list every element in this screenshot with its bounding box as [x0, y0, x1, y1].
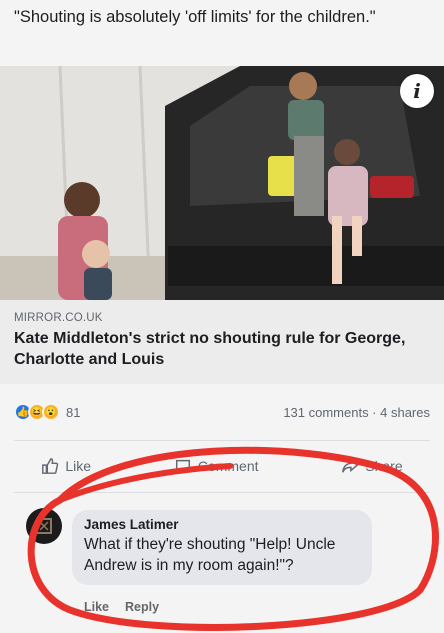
like-button[interactable]: Like: [41, 457, 91, 475]
avatar-emblem-icon: [36, 518, 52, 534]
comment-label: Comment: [197, 458, 259, 474]
comment-actions: Like Reply: [84, 600, 159, 614]
divider: [14, 440, 430, 441]
photo-illustration: [0, 66, 444, 300]
thumbs-up-icon: [42, 458, 59, 474]
link-meta[interactable]: MIRROR.CO.UK Kate Middleton's strict no …: [0, 300, 444, 384]
comment-bubble: James Latimer What if they're shouting "…: [72, 510, 372, 585]
divider: [14, 492, 430, 493]
post-text: "Shouting is absolutely 'off limits' for…: [14, 8, 376, 26]
comment-text: What if they're shouting "Help! Uncle An…: [84, 536, 336, 574]
post-stats: 👍 😆 😮 81 131 comments · 4 shares: [0, 395, 444, 429]
link-headline[interactable]: Kate Middleton's strict no shouting rule…: [14, 328, 430, 370]
comment-icon: [175, 459, 190, 474]
article-photo[interactable]: i: [0, 66, 444, 300]
comment-author[interactable]: James Latimer: [84, 517, 360, 532]
post-actions: Like Comment Share: [0, 446, 444, 486]
link-source: MIRROR.CO.UK: [14, 312, 103, 324]
wow-reaction-icon: 😮: [42, 403, 60, 421]
share-label: Share: [365, 458, 403, 474]
reactions-summary[interactable]: 👍 😆 😮 81: [14, 403, 80, 421]
avatar[interactable]: [26, 508, 62, 544]
like-label: Like: [65, 458, 92, 474]
info-icon[interactable]: i: [400, 74, 434, 108]
share-icon: [342, 458, 359, 473]
reaction-count: 81: [66, 404, 81, 420]
comment-reply-button[interactable]: Reply: [125, 600, 159, 614]
comments-shares-count[interactable]: 131 comments · 4 shares: [283, 405, 430, 420]
link-preview-card[interactable]: i MIRROR.CO.UK Kate Middleton's strict n…: [0, 66, 444, 384]
comment-button[interactable]: Comment: [174, 457, 259, 475]
share-button[interactable]: Share: [341, 457, 403, 475]
comment-like-button[interactable]: Like: [84, 600, 109, 614]
